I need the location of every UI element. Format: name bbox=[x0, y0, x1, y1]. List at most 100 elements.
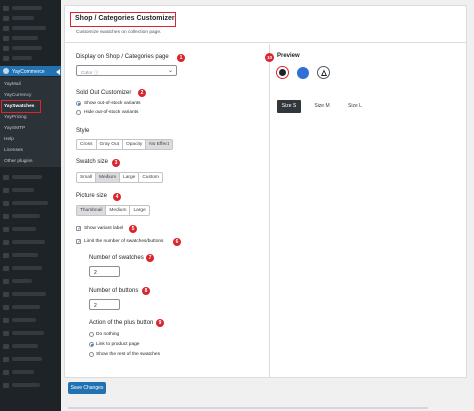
menu-placeholder bbox=[12, 357, 42, 361]
menu-placeholder bbox=[12, 279, 32, 283]
preview-swatch-blue[interactable] bbox=[297, 67, 309, 79]
badge-1: 1 bbox=[177, 54, 185, 62]
pattern-swatch-icon bbox=[321, 69, 327, 76]
menu-placeholder-icon bbox=[3, 383, 9, 388]
menu-placeholder bbox=[12, 175, 42, 179]
menu-placeholder bbox=[12, 16, 34, 20]
style-option-no-effect[interactable]: No Effect bbox=[146, 140, 172, 149]
picture-size-thumbnail[interactable]: Thumbnail bbox=[77, 206, 107, 215]
menu-placeholder-icon bbox=[3, 6, 9, 11]
preview-size-s[interactable]: Size S bbox=[277, 100, 301, 113]
chevron-down-icon: ⌄ bbox=[167, 68, 173, 74]
limit-swatches-text: Limit the number of swatches/buttons bbox=[84, 239, 164, 244]
menu-placeholder-icon bbox=[3, 46, 9, 51]
menu-placeholder-icon bbox=[3, 292, 9, 297]
menu-placeholder bbox=[12, 36, 38, 40]
option-label: Show the rest of the swatches bbox=[96, 352, 160, 357]
submenu-item-help[interactable]: Help bbox=[4, 137, 14, 142]
picture-size-label: Picture size bbox=[76, 193, 108, 199]
preview-swatch-pattern[interactable] bbox=[317, 66, 330, 79]
radio-do-nothing[interactable] bbox=[89, 332, 94, 337]
badge-10: 10 bbox=[265, 53, 274, 62]
preview-size-l[interactable]: Size L bbox=[343, 100, 367, 113]
swatch-size-custom[interactable]: Custom bbox=[139, 173, 162, 182]
preview-size-m[interactable]: Size M bbox=[310, 100, 334, 113]
footer-placeholder bbox=[68, 407, 428, 409]
display-select-value: Color ⓘ bbox=[81, 70, 99, 76]
number-of-buttons-input[interactable]: 2 bbox=[89, 299, 120, 310]
badge-6: 6 bbox=[173, 238, 181, 246]
menu-placeholder bbox=[12, 292, 46, 296]
option-label: Do nothing bbox=[96, 332, 120, 337]
limit-swatches-checkbox[interactable] bbox=[76, 239, 82, 245]
swatch-size-label: Swatch size bbox=[76, 159, 109, 165]
swatch-size-medium[interactable]: Medium bbox=[96, 173, 121, 182]
submenu-item-licenses[interactable]: Licenses bbox=[4, 148, 23, 153]
yaycommerce-icon bbox=[3, 68, 9, 74]
save-changes-button[interactable]: Save Changes bbox=[68, 382, 106, 394]
style-option-cross[interactable]: Cross bbox=[77, 140, 97, 149]
menu-placeholder bbox=[12, 6, 42, 10]
menu-placeholder bbox=[12, 370, 34, 374]
customizer-panel: Shop / Categories Customizer Customize s… bbox=[64, 5, 467, 378]
menu-placeholder-icon bbox=[3, 16, 9, 21]
menu-placeholder-icon bbox=[3, 188, 9, 193]
submenu-item-yaycurrency[interactable]: YayCurrency bbox=[4, 93, 31, 98]
picture-size-medium[interactable]: Medium bbox=[106, 206, 131, 215]
menu-placeholder-icon bbox=[3, 357, 9, 362]
menu-placeholder-icon bbox=[3, 370, 9, 375]
display-select[interactable]: Color ⓘ ⌄ bbox=[76, 65, 177, 76]
menu-placeholder bbox=[12, 266, 42, 270]
swatch-size-large[interactable]: Large bbox=[120, 173, 140, 182]
option-label: Link to product page bbox=[96, 342, 140, 347]
style-segmented: Cross Gray Out Opacity No Effect bbox=[76, 139, 173, 150]
menu-placeholder-icon bbox=[3, 201, 9, 206]
option-label: Show out-of-stock variants bbox=[84, 101, 141, 106]
submenu-item-yaypricing[interactable]: YayPricing bbox=[4, 115, 27, 120]
menu-placeholder-icon bbox=[3, 56, 9, 61]
menu-placeholder-icon bbox=[3, 266, 9, 271]
menu-placeholder-icon bbox=[3, 175, 9, 180]
menu-placeholder bbox=[12, 214, 40, 218]
option-label: Hide out-of-stock variants bbox=[84, 110, 139, 115]
sidebar-submenu: YayMail YayCurrency YaySwatches YayPrici… bbox=[0, 77, 61, 167]
radio-show-out-of-stock[interactable] bbox=[76, 101, 81, 106]
display-label: Display on Shop / Categories page bbox=[76, 54, 169, 60]
menu-placeholder bbox=[12, 344, 38, 348]
menu-placeholder bbox=[12, 318, 36, 322]
plus-action-label: Action of the plus button bbox=[89, 320, 154, 326]
preview-label: Preview bbox=[277, 53, 300, 59]
submenu-item-yaysmtp[interactable]: YaySMTP bbox=[4, 126, 25, 131]
menu-placeholder bbox=[12, 26, 46, 30]
menu-placeholder-icon bbox=[3, 344, 9, 349]
show-variant-label-text: Show variant label bbox=[84, 226, 124, 231]
menu-placeholder bbox=[12, 56, 32, 60]
radio-hide-out-of-stock[interactable] bbox=[76, 110, 81, 115]
submenu-item-yaymail[interactable]: YayMail bbox=[4, 82, 21, 87]
badge-7: 7 bbox=[146, 254, 154, 262]
sidebar-item-label: YayCommerce bbox=[12, 68, 45, 75]
menu-placeholder-icon bbox=[3, 240, 9, 245]
current-menu-arrow-icon bbox=[56, 69, 60, 75]
badge-5: 5 bbox=[129, 225, 137, 233]
menu-placeholder bbox=[12, 46, 42, 50]
menu-placeholder bbox=[12, 227, 36, 231]
number-of-swatches-input[interactable]: 2 bbox=[89, 266, 120, 277]
style-option-opacity[interactable]: Opacity bbox=[123, 140, 147, 149]
menu-placeholder-icon bbox=[3, 253, 9, 258]
radio-show-rest[interactable] bbox=[89, 352, 94, 357]
menu-placeholder bbox=[12, 305, 40, 309]
preview-swatch-black[interactable] bbox=[276, 66, 289, 79]
style-option-gray-out[interactable]: Gray Out bbox=[97, 140, 123, 149]
swatch-size-small[interactable]: Small bbox=[77, 173, 96, 182]
menu-placeholder-icon bbox=[3, 318, 9, 323]
menu-placeholder bbox=[12, 240, 45, 244]
menu-placeholder-icon bbox=[3, 214, 9, 219]
show-variant-label-checkbox[interactable] bbox=[76, 226, 82, 232]
sidebar-item-yaycommerce[interactable]: YayCommerce bbox=[0, 66, 61, 76]
radio-link-to-product[interactable] bbox=[89, 342, 94, 347]
picture-size-large[interactable]: Large bbox=[130, 206, 148, 215]
menu-placeholder bbox=[12, 253, 38, 257]
number-of-buttons-label: Number of buttons bbox=[89, 288, 139, 294]
submenu-item-other-plugins[interactable]: Other plugins bbox=[4, 159, 33, 164]
